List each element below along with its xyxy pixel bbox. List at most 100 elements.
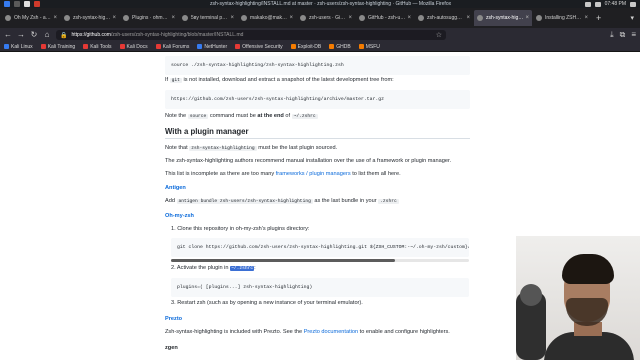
tab-favicon-icon [123,15,129,21]
bookmark-item[interactable]: NetHunter [197,44,227,50]
tab-favicon-icon [359,15,365,21]
lock-icon[interactable]: 🔒 [60,32,67,39]
tab-label: zsh-syntax-highlighting [73,15,111,21]
bookmark-item[interactable]: Kali Forums [155,44,189,50]
tab-close-icon[interactable]: × [407,15,411,21]
heading-plugin-manager: With a plugin manager [165,128,470,139]
tab-favicon-icon [418,15,424,21]
bookmark-label: GHDB [336,43,351,50]
bookmark-item[interactable]: Exploit-DB [290,44,321,50]
tab-favicon-icon [5,15,11,21]
browser-tab[interactable]: zsh-autosuggestions/INS× [415,10,473,26]
bookmark-label: Offensive Security [242,43,283,50]
system-tray: 07:48 PM [584,0,636,8]
browser-tab[interactable]: makako@makako: ~× [238,10,296,26]
tab-label: zsh-users · GitHub [309,15,346,21]
bookmark-favicon-icon [83,44,89,49]
bookmark-favicon-icon [119,44,125,49]
heading-antigen[interactable]: Antigen [165,185,186,192]
bookmark-label: Kali Training [47,43,76,50]
code-block-clone-wrapper: git clone https://github.com/zsh-users/z… [171,238,469,262]
heading-prezto[interactable]: Prezto [165,316,182,323]
forward-button[interactable]: → [17,28,25,42]
bookmark-item[interactable]: Kali Docs [119,43,148,50]
menu-icon[interactable]: ≡ [631,30,636,40]
clock[interactable]: 07:48 PM [605,1,626,7]
tab-close-icon[interactable]: × [466,15,470,21]
tab-close-icon[interactable]: × [525,15,529,21]
tab-close-icon[interactable]: × [112,15,116,21]
tab-favicon-icon [300,15,306,21]
browser-tab[interactable]: GitHub - zsh-users/zsh-a× [356,10,414,26]
tab-favicon-icon [182,15,188,21]
tab-favicon-icon [241,15,247,21]
list-item-restart: 3. Restart zsh (such as by opening a new… [171,300,363,306]
back-button[interactable]: ← [4,28,12,42]
scrollbar-thumb[interactable] [171,259,395,262]
selected-zshrc-code[interactable]: ~/.zshrc [230,266,255,271]
code-block-source[interactable]: source ./zsh-syntax-highlighting/zsh-syn… [165,56,470,75]
web-page[interactable]: source ./zsh-syntax-highlighting/zsh-syn… [0,52,640,360]
new-tab-button[interactable]: + [596,13,601,23]
bookmark-star-icon[interactable]: ☆ [436,31,442,39]
browser-tab[interactable]: zsh-syntax-highlighting/× [474,10,532,26]
browser-tab[interactable]: Installing ZSH - ohmyzsh× [533,10,591,26]
home-button[interactable]: ⌂ [43,28,51,42]
browser-tab[interactable]: zsh-syntax-highlighting× [61,10,119,26]
window-title: zsh-syntax-highlighting/INSTALL.md at ma… [210,1,452,7]
bookmark-item[interactable]: Offensive Security [235,43,283,50]
reload-button[interactable]: ↻ [30,28,38,42]
network-icon[interactable] [584,1,591,7]
power-icon[interactable] [630,1,636,7]
firefox-icon[interactable] [34,1,40,7]
bookmark-item[interactable]: Kali Tools [83,43,112,50]
bookmark-favicon-icon [155,44,161,49]
tab-label: zsh-syntax-highlighting/ [486,15,523,21]
prezto-documentation-link[interactable]: Prezto documentation [304,329,358,335]
downloads-icon[interactable]: ⤓ [610,30,614,40]
bookmark-label: Kali Docs [126,43,148,50]
terminal-icon[interactable] [24,1,30,7]
bookmark-label: MSFU [365,43,380,50]
paragraph-antigen: Add antigen bundle zsh-users/zsh-syntax-… [165,198,399,204]
tab-label: makako@makako: ~ [250,15,288,21]
bookmark-item[interactable]: MSFU [358,43,380,50]
url-bar[interactable]: 🔒 https://github.com/zsh-users/zsh-synta… [56,30,446,40]
tab-close-icon[interactable]: × [230,15,234,21]
bookmark-label: Kali Tools [90,43,112,50]
list-item-activate: 2. Activate the plugin in ~/.zshrc: [171,265,256,271]
browser-tab[interactable]: Oh My Zsh - a delightful× [2,10,60,26]
paragraph-last-plugin: Note that zsh-syntax-highlighting must b… [165,145,338,151]
tab-close-icon[interactable]: × [53,15,57,21]
bookmarks-bar: Kali Linux Kali Training Kali Tools Kali Do… [0,42,640,52]
code-block-clone[interactable]: git clone https://github.com/zsh-users/z… [171,238,469,257]
volume-icon[interactable] [594,1,601,7]
heading-oh-my-zsh[interactable]: Oh-my-zsh [165,213,194,220]
workspace-icon[interactable] [14,1,20,7]
tab-close-icon[interactable]: × [171,15,175,21]
tab-close-icon[interactable]: × [289,15,293,21]
list-all-tabs-icon[interactable]: ▾ [630,14,634,22]
bookmark-item[interactable]: GHDB [329,43,351,50]
code-block-tarball[interactable]: https://github.com/zsh-users/zsh-syntax-… [165,90,470,109]
bookmark-item[interactable]: Kali Training [40,43,76,50]
paragraph-incomplete-list: This list is incomplete as there are too… [165,171,401,177]
horizontal-scrollbar[interactable] [171,259,469,262]
webcam-overlay [516,236,640,360]
kali-menu-icon[interactable] [4,1,10,7]
frameworks-link[interactable]: frameworks / plugin managers [276,171,351,177]
code-block-plugins[interactable]: plugins=( [plugins...] zsh-syntax-highli… [171,278,469,297]
tab-label: GitHub - zsh-users/zsh-a [368,15,406,21]
tab-close-icon[interactable]: × [348,15,352,21]
url-path: /zsh-users/zsh-syntax-highlighting/blob/… [110,32,244,38]
heading-zgen[interactable]: zgen [165,345,178,352]
extensions-icon[interactable]: ⧉ [620,30,626,40]
tab-bar: Oh My Zsh - a delightful×zsh-syntax-high… [0,8,640,28]
browser-tab[interactable]: 5ву terminal pode ser m× [179,10,237,26]
bookmark-item[interactable]: Kali Linux [4,44,33,50]
browser-tab[interactable]: zsh-users · GitHub× [297,10,355,26]
bookmark-favicon-icon [358,44,364,49]
tab-close-icon[interactable]: × [584,15,588,21]
browser-tab[interactable]: Plugins · ohmyzsh/ohmyz× [120,10,178,26]
paragraph-git-missing: If git is not installed, download and ex… [165,77,394,83]
